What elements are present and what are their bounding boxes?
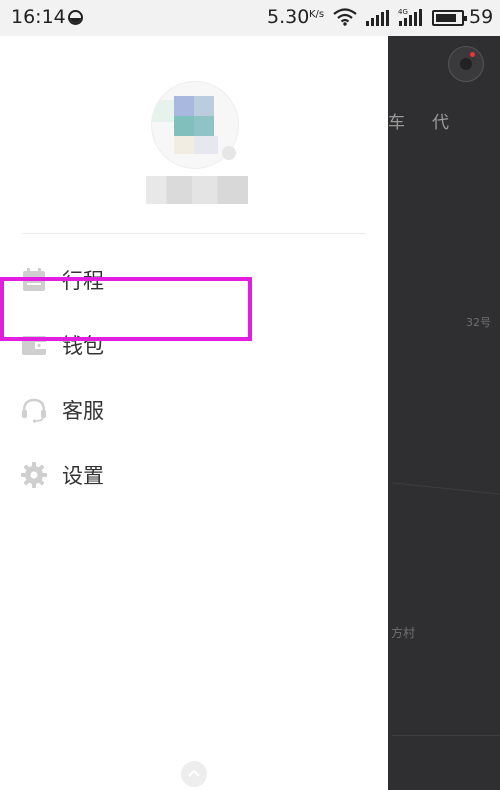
do-not-disturb-icon [68,10,83,25]
avatar-pixel [152,100,174,122]
signal-4g-icon: 4G [398,8,422,26]
status-bar: 16:14 5.30 K/s 4G 59 [0,0,500,36]
avatar-pixel [174,96,194,116]
menu-label-settings: 设置 [62,464,104,488]
user-avatar-button[interactable] [448,46,484,82]
menu-label-customer-service: 客服 [62,399,104,423]
menu-item-customer-service[interactable]: 客服 [0,384,388,436]
avatar-pixel [194,116,214,136]
avatar-pixel [194,96,214,116]
collapse-button[interactable] [181,761,207,787]
notification-dot [470,52,475,57]
battery-icon [432,10,467,26]
menu-item-settings[interactable]: 设置 [0,449,388,501]
battery-level: 59 [469,6,494,28]
map-background[interactable] [388,36,500,790]
divider [22,233,366,234]
navigation-drawer: 行程 钱包 客服 设置 [0,36,388,790]
network-speed: 5.30 [267,6,310,28]
headset-icon [22,398,46,423]
status-time: 16:14 [11,6,66,28]
avatar-pixel [174,136,194,154]
network-speed-unit: K/s [309,9,325,20]
wifi-icon [333,8,357,26]
service-tab-partial[interactable]: 车 [388,108,405,133]
service-tab-partial[interactable]: 代 [432,108,449,133]
map-label: 方村 [391,626,416,640]
avatar-badge [222,146,236,160]
signal-4g-label: 4G [398,8,408,16]
highlight-annotation [0,277,252,341]
username-blurred [146,176,248,204]
map-label: 32号 [466,316,491,329]
signal-icon [366,10,389,26]
chevron-up-icon [188,769,200,777]
avatar-pixel [174,116,194,136]
map-road [392,735,500,736]
gear-icon [21,462,47,488]
avatar-pixel [194,136,218,154]
